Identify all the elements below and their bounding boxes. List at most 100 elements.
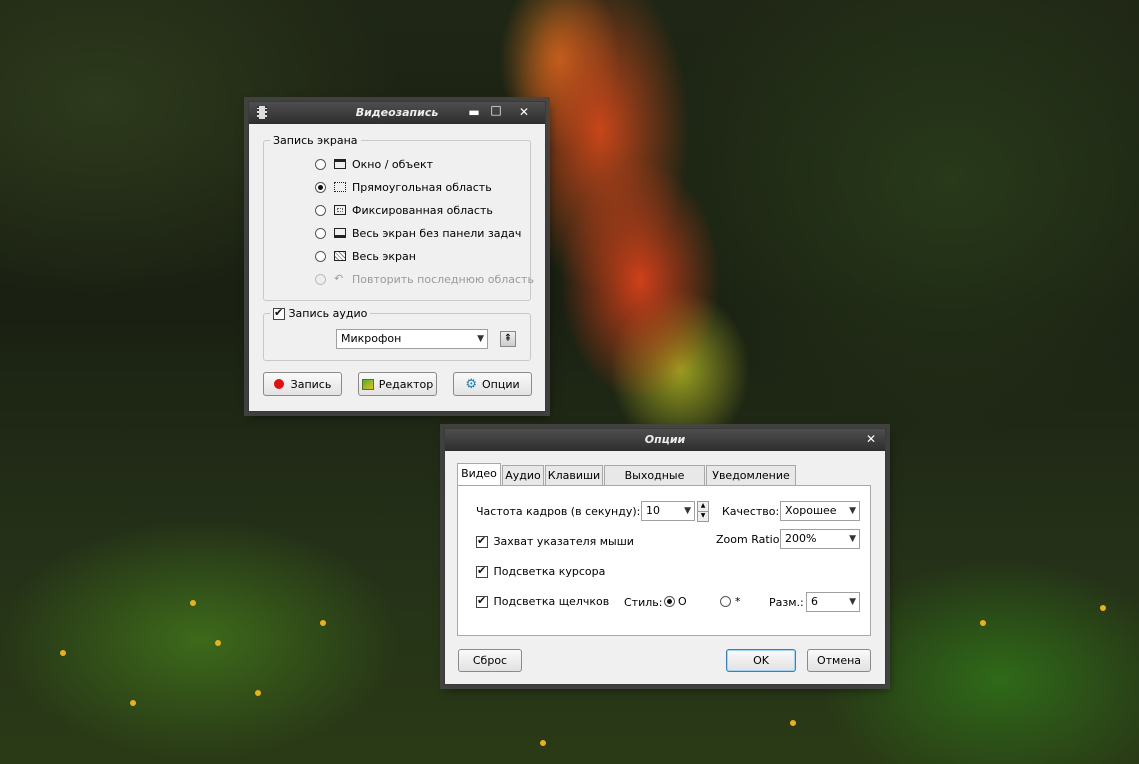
radio-button[interactable] [720,595,731,607]
audio-checkbox[interactable] [273,306,285,320]
reset-label: Сброс [472,654,508,667]
reset-button[interactable]: Сброс [458,649,522,672]
options-window: Опции ✕ Видео Аудио Клавиши Выходные фай… [444,428,886,685]
wallpaper-flower [790,720,796,726]
audio-source-select[interactable]: Микрофон ▼ [336,329,488,349]
radio-fullscreen-no-taskbar[interactable]: Весь экран без панели задач [315,224,521,242]
options-label: Опции [482,377,520,391]
minimize-button[interactable]: ▬ [465,104,483,120]
chevron-down-icon: ▼ [849,506,856,516]
video-recording-window: Видеозапись ▬ □ ✕ Запись экрана Окно / о… [248,101,546,412]
fps-combobox[interactable]: 10 ▼ [641,501,695,521]
radio-button[interactable] [315,181,326,193]
zoom-ratio-select[interactable]: 200% ▼ [780,529,860,549]
zoom-ratio-label: Zoom Ratio: [716,533,784,546]
fullscreen-icon [334,251,346,261]
cursor-highlight-label: Подсветка курсора [493,565,606,578]
fps-spinner[interactable]: ▲ ▼ [697,501,709,522]
capture-pointer-label: Захват указателя мыши [493,535,634,548]
size-value: 6 [811,595,818,608]
radio-button[interactable] [664,595,675,607]
click-highlight-checkbox[interactable] [476,594,488,608]
zoom-ratio-value: 200% [785,532,817,545]
tab-video[interactable]: Видео [457,463,501,485]
radio-fixed-area[interactable]: Фиксированная область [315,201,493,219]
options-button[interactable]: ⚙ Опции [453,372,532,396]
radio-button[interactable] [315,273,326,285]
radio-label: Окно / объект [352,157,434,171]
screen-recording-legend: Запись экрана [273,134,358,147]
audio-settings-icon[interactable]: ⇞ [500,331,516,347]
size-select[interactable]: 6 ▼ [806,592,860,612]
wallpaper-flower [540,740,546,746]
radio-fullscreen[interactable]: Весь экран [315,247,416,265]
chevron-down-icon: ▼ [849,534,856,544]
style-label: Стиль: [624,596,663,609]
maximize-button[interactable]: □ [487,102,505,118]
fixed-area-icon [334,205,346,215]
window-icon [334,159,346,169]
radio-button[interactable] [315,227,326,239]
style-option-star[interactable]: * [720,592,741,610]
radio-rect-area[interactable]: Прямоугольная область [315,178,492,196]
close-button[interactable]: ✕ [515,104,533,120]
editor-button[interactable]: Редактор [358,372,437,396]
tab-audio[interactable]: Аудио [502,465,544,485]
editor-label: Редактор [378,377,434,391]
style-option-circle[interactable]: O [664,592,687,610]
fps-label: Частота кадров (в секунду): [476,505,641,518]
spin-down-icon[interactable]: ▼ [697,512,709,522]
size-label: Разм.: [769,596,804,609]
style-option-1-label: O [678,594,687,608]
video-tab-panel: Частота кадров (в секунду): 10 ▼ ▲ ▼ Кач… [457,485,871,636]
tab-keys[interactable]: Клавиши [545,465,603,485]
chevron-down-icon: ▼ [477,334,484,344]
tab-notification[interactable]: Уведомление [706,465,796,485]
options-window-title: Опции [644,433,686,446]
wallpaper-flower [320,620,326,626]
radio-label: Прямоугольная область [352,180,492,194]
quality-label: Качество: [722,505,780,518]
radio-label: Весь экран [352,249,416,263]
radio-button[interactable] [315,204,326,216]
fps-value: 10 [646,504,660,517]
audio-legend[interactable]: Запись аудио [270,306,370,320]
style-option-2-label: * [735,594,741,608]
quality-select[interactable]: Хорошее ▼ [780,501,860,521]
cursor-highlight-row[interactable]: Подсветка курсора [476,564,606,578]
options-tabstrip: Видео Аудио Клавиши Выходные файлы Уведо… [457,463,873,501]
quality-value: Хорошее [785,504,837,517]
tab-output-files[interactable]: Выходные файлы [604,465,705,501]
audio-label: Запись аудио [288,307,368,320]
chevron-down-icon: ▼ [684,506,691,516]
dotted-rect-icon [334,182,346,192]
chevron-down-icon: ▼ [849,597,856,607]
radio-button[interactable] [315,158,326,170]
ok-label: OK [753,654,769,667]
screen-no-taskbar-icon [334,228,346,238]
options-window-titlebar[interactable]: Опции ✕ [445,429,885,451]
wallpaper-flower [215,640,221,646]
radio-button[interactable] [315,250,326,262]
radio-label: Повторить последнюю область [352,272,534,286]
radio-window-object[interactable]: Окно / объект [315,155,433,173]
record-label: Запись [290,377,332,391]
spin-up-icon[interactable]: ▲ [697,501,709,512]
video-window-titlebar[interactable]: Видеозапись ▬ □ ✕ [249,102,545,124]
wallpaper-flower [130,700,136,706]
radio-label: Весь экран без панели задач [352,226,522,240]
record-button[interactable]: Запись [263,372,342,396]
gear-icon: ⚙ [465,376,477,392]
cursor-highlight-checkbox[interactable] [476,564,488,578]
wallpaper-flower [60,650,66,656]
cancel-label: Отмена [816,654,862,667]
radio-repeat-last-area[interactable]: ↶ Повторить последнюю область [315,270,534,288]
cancel-button[interactable]: Отмена [807,649,871,672]
click-highlight-label: Подсветка щелчков [493,595,610,608]
capture-pointer-checkbox[interactable] [476,534,488,548]
capture-pointer-row[interactable]: Захват указателя мыши [476,534,634,548]
audio-source-value: Микрофон [341,332,402,345]
click-highlight-row[interactable]: Подсветка щелчков [476,594,610,608]
close-button[interactable]: ✕ [862,431,880,447]
ok-button[interactable]: OK [726,649,796,672]
